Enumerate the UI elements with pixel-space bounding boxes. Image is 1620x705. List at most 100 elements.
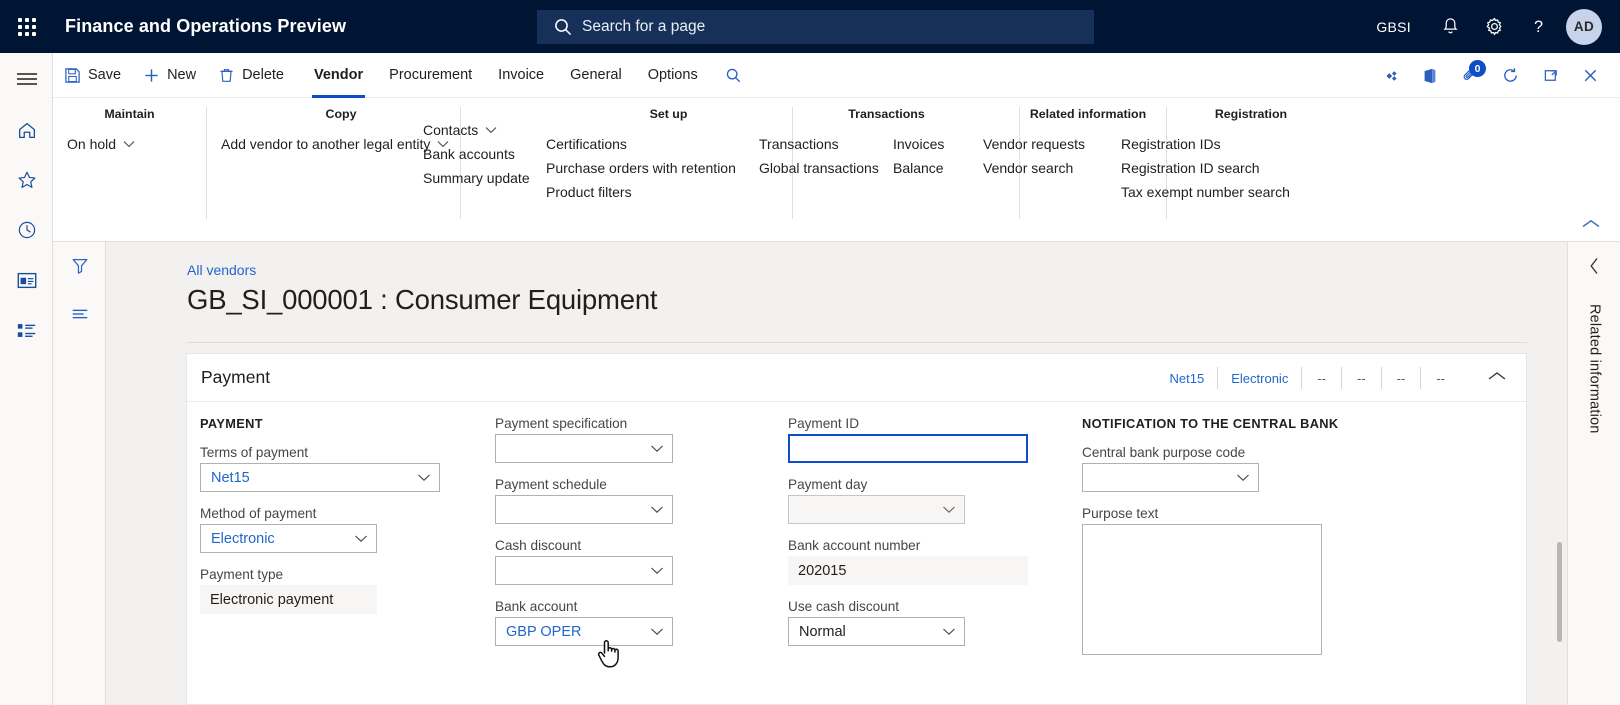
payment-column-2: Payment specification Payment schedule C… (495, 416, 695, 660)
filter-funnel-icon[interactable] (53, 242, 106, 290)
field-cash-discount: Cash discount (495, 538, 695, 585)
chevron-down-icon (354, 530, 368, 548)
modules-list-icon[interactable] (0, 305, 53, 355)
share-power-apps-icon[interactable] (1370, 53, 1410, 98)
payment-specification-combobox[interactable] (495, 434, 673, 463)
ribbon-item-registration-id-search[interactable]: Registration ID search (1121, 156, 1290, 180)
bank-account-combobox[interactable]: GBP OPER (495, 617, 673, 646)
ribbon-item-vendor-search[interactable]: Vendor search (983, 156, 1085, 180)
central-bank-section-header: NOTIFICATION TO THE CENTRAL BANK (1082, 416, 1339, 431)
field-label: Payment schedule (495, 477, 607, 492)
ribbon-item-tax-exempt-number-search[interactable]: Tax exempt number search (1121, 180, 1290, 204)
ribbon-item-registration-ids[interactable]: Registration IDs (1121, 132, 1290, 156)
home-icon[interactable] (0, 105, 53, 155)
show-list-icon[interactable] (53, 290, 106, 338)
terms-of-payment-combobox[interactable]: Net15 (200, 463, 440, 492)
chevron-down-icon (417, 469, 431, 487)
tab-general[interactable]: General (557, 53, 635, 98)
collapse-action-pane-button[interactable] (1580, 217, 1602, 235)
ribbon-item-label: Summary update (423, 170, 530, 186)
refresh-icon[interactable] (1490, 53, 1530, 98)
summary-terms-of-payment[interactable]: Net15 (1157, 371, 1218, 386)
field-method-of-payment: Method of payment Electronic (200, 506, 445, 553)
office-app-icon[interactable] (1410, 53, 1450, 98)
ribbon-item-invoices[interactable]: Invoices (893, 132, 944, 156)
top-navigation-bar: Finance and Operations Preview Search fo… (0, 0, 1620, 53)
ribbon-item-global-transactions[interactable]: Global transactions (759, 156, 893, 180)
ribbon-item-add-vendor-to-another-legal-entity[interactable]: Add vendor to another legal entity (221, 132, 449, 156)
star-icon[interactable] (0, 155, 53, 205)
close-icon[interactable] (1570, 53, 1610, 98)
purpose-text-textarea[interactable] (1082, 524, 1322, 655)
save-button[interactable]: Save (53, 53, 132, 98)
hamburger-menu-icon[interactable] (0, 53, 53, 105)
ribbon-group-transactions: Transactions Transactions Global transac… (759, 107, 1014, 219)
field-label: Terms of payment (200, 445, 309, 460)
avatar[interactable]: AD (1566, 8, 1602, 45)
use-cash-discount-combobox[interactable]: Normal (788, 617, 965, 646)
tab-options[interactable]: Options (635, 53, 711, 98)
ribbon-item-balance[interactable]: Balance (893, 156, 944, 180)
gear-icon[interactable] (1472, 0, 1516, 53)
ribbon-item-summary-update[interactable]: Summary update (423, 166, 530, 190)
search-icon[interactable] (711, 53, 756, 98)
chevron-down-icon (123, 140, 135, 148)
ribbon-item-certifications[interactable]: Certifications (546, 132, 736, 156)
field-payment-day: Payment day (788, 477, 1038, 524)
summary-value-5: -- (1396, 370, 1406, 386)
method-of-payment-combobox[interactable]: Electronic (200, 524, 377, 553)
tab-procurement[interactable]: Procurement (376, 53, 485, 98)
workspace-icon[interactable] (0, 255, 53, 305)
ribbon-item-contacts[interactable]: Contacts (423, 118, 530, 142)
chevron-down-icon (650, 501, 664, 519)
payment-schedule-combobox[interactable] (495, 495, 673, 524)
payment-id-input[interactable] (788, 434, 1028, 463)
related-information-label: Related information (1586, 304, 1603, 434)
payment-fasttab-header[interactable]: Payment Net15 Electronic -- -- -- -- (187, 354, 1526, 402)
tab-invoice-label: Invoice (498, 67, 545, 83)
chevron-down-icon (650, 562, 664, 580)
content-scrollbar[interactable] (1554, 242, 1564, 705)
app-title: Finance and Operations Preview (65, 16, 347, 36)
cash-discount-combobox[interactable] (495, 556, 673, 585)
summary-method-of-payment[interactable]: Electronic (1218, 371, 1301, 386)
field-label: Cash discount (495, 538, 582, 553)
collapse-payment-fasttab-button[interactable] (1486, 370, 1508, 388)
field-central-bank-purpose-code: Central bank purpose code (1082, 445, 1342, 492)
ribbon-item-label: Product filters (546, 184, 632, 200)
ribbon-item-purchase-orders-with-retention[interactable]: Purchase orders with retention (546, 156, 736, 180)
clock-icon[interactable] (0, 205, 53, 255)
ribbon-item-label: Registration ID search (1121, 160, 1260, 176)
field-value: Electronic payment (210, 591, 334, 608)
open-new-window-icon[interactable] (1530, 53, 1570, 98)
waffle-grid-icon[interactable] (0, 0, 54, 53)
attachment-icon[interactable]: 0 (1450, 53, 1490, 98)
ribbon-item-vendor-requests[interactable]: Vendor requests (983, 132, 1085, 156)
bank-account-number-value: 202015 (788, 556, 1028, 585)
company-selector[interactable]: GBSI (1359, 0, 1428, 53)
delete-button[interactable]: Delete (207, 53, 295, 98)
breadcrumb[interactable]: All vendors (187, 262, 256, 278)
field-label: Payment day (788, 477, 868, 492)
tab-vendor-label: Vendor (314, 67, 364, 83)
tab-invoice[interactable]: Invoice (485, 53, 557, 98)
svg-text:?: ? (1533, 18, 1542, 36)
question-mark-icon[interactable]: ? (1516, 0, 1560, 53)
chevron-down-icon (650, 623, 664, 641)
new-button[interactable]: New (132, 53, 207, 98)
payment-day-combobox[interactable] (788, 495, 965, 524)
expand-related-information-button[interactable] (1568, 242, 1620, 290)
ribbon-item-product-filters[interactable]: Product filters (546, 180, 736, 204)
field-terms-of-payment: Terms of payment Net15 (200, 445, 445, 492)
central-bank-purpose-code-combobox[interactable] (1082, 463, 1259, 492)
ribbon-item-on-hold[interactable]: On hold (67, 132, 135, 156)
search-input[interactable]: Search for a page (537, 10, 1094, 44)
command-bar: Save New Delete Vendor Procurement Invoi… (53, 53, 1620, 98)
bell-icon[interactable] (1428, 0, 1472, 53)
ribbon-item-transactions[interactable]: Transactions (759, 132, 893, 156)
tab-vendor[interactable]: Vendor (301, 53, 376, 98)
top-right-actions: GBSI ? AD (1359, 0, 1620, 53)
scrollbar-thumb[interactable] (1557, 542, 1562, 642)
ribbon-item-bank-accounts[interactable]: Bank accounts (423, 142, 530, 166)
field-payment-type: Payment type Electronic payment (200, 567, 445, 614)
